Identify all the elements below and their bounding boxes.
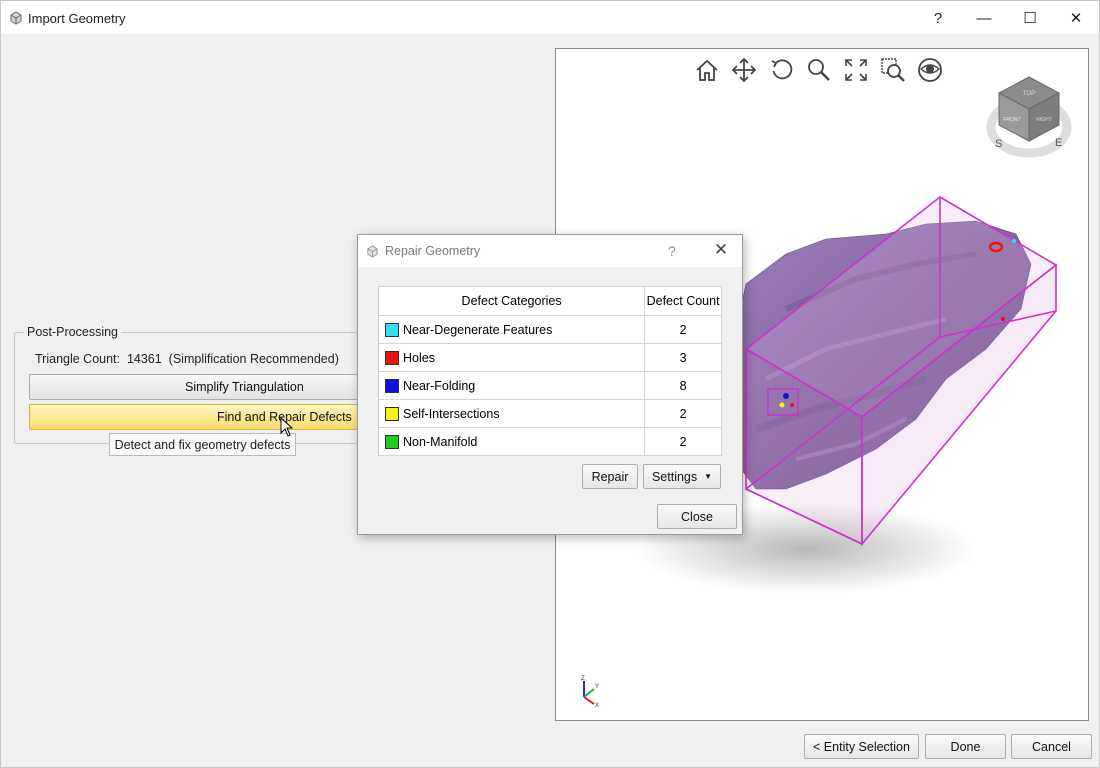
navcube-front-label: FRONT: [1003, 117, 1020, 123]
fit-all-icon[interactable]: [843, 57, 869, 83]
close-button[interactable]: Close: [657, 504, 737, 529]
defect-category-label: Near-Folding: [403, 378, 476, 393]
bounding-box: [744, 196, 1058, 547]
mouse-cursor-icon: [280, 417, 294, 437]
help-button[interactable]: ?: [915, 1, 961, 35]
triangle-count-note: (Simplification Recommended): [168, 352, 339, 366]
window-titlebar: Import Geometry ? — ☐ ✕: [0, 0, 1100, 34]
table-row[interactable]: Self-Intersections 2: [377, 399, 722, 428]
defects-table: Defect Categories Defect Count Near-Dege…: [377, 286, 722, 456]
defect-count: 3: [644, 343, 722, 372]
navcube-east-label: E: [1055, 137, 1062, 149]
table-row[interactable]: Non-Manifold 2: [377, 427, 722, 456]
column-header-count[interactable]: Defect Count: [644, 286, 722, 316]
defect-count: 8: [644, 371, 722, 400]
dialog-help-button[interactable]: ?: [668, 243, 676, 259]
repair-geometry-dialog: Repair Geometry ? ✕ Defect Categories De…: [357, 234, 743, 535]
defect-category-label: Near-Degenerate Features: [403, 322, 553, 337]
color-swatch: [385, 350, 399, 365]
axis-triad: Z Y X: [581, 676, 599, 709]
defect-count: 2: [644, 399, 722, 428]
axis-x-label: X: [595, 703, 599, 709]
navigation-cube[interactable]: TOP FRONT RIGHT S E: [984, 75, 1074, 159]
navcube-top-label: TOP: [1023, 91, 1035, 97]
pan-icon[interactable]: [731, 57, 757, 83]
done-button[interactable]: Done: [925, 734, 1006, 759]
repair-button[interactable]: Repair: [582, 464, 638, 489]
color-swatch: [385, 322, 399, 337]
zoom-window-icon[interactable]: [880, 57, 906, 83]
axis-y-label: Y: [595, 684, 599, 690]
zoom-icon[interactable]: [806, 57, 832, 83]
maximize-button[interactable]: ☐: [1007, 1, 1053, 35]
home-icon[interactable]: [694, 57, 720, 83]
rotate-icon[interactable]: [769, 57, 795, 83]
triangle-count-value: 14361: [126, 352, 162, 366]
column-header-categories[interactable]: Defect Categories: [377, 286, 646, 316]
color-swatch: [385, 406, 399, 421]
color-swatch: [385, 378, 399, 393]
dialog-title: Repair Geometry: [385, 244, 481, 258]
dialog-titlebar: Repair Geometry ? ✕: [358, 235, 742, 267]
close-window-button[interactable]: ✕: [1053, 1, 1099, 35]
minimize-button[interactable]: —: [961, 1, 1007, 35]
entity-selection-button[interactable]: < Entity Selection: [804, 734, 919, 759]
table-row[interactable]: Near-Folding 8: [377, 371, 722, 400]
navcube-right-label: RIGHT: [1036, 117, 1052, 123]
triangle-count-label: Triangle Count:: [35, 352, 120, 366]
table-row[interactable]: Near-Degenerate Features 2: [377, 315, 722, 344]
post-processing-label: Post-Processing: [24, 325, 122, 339]
simplify-triangulation-button[interactable]: Simplify Triangulation: [29, 374, 374, 400]
triangle-count: Triangle Count: 14361 (Simplification Re…: [35, 352, 339, 366]
dialog-app-icon: [367, 245, 378, 258]
defect-category-label: Holes: [403, 350, 435, 365]
dropdown-arrow-icon: ▼: [704, 472, 713, 481]
app-icon: [10, 11, 22, 25]
view-style-icon[interactable]: [917, 57, 943, 83]
color-swatch: [385, 434, 399, 449]
find-repair-defects-button[interactable]: Find and Repair Defects: [29, 404, 374, 430]
settings-button[interactable]: Settings ▼: [643, 464, 721, 489]
tooltip: Detect and fix geometry defects: [109, 433, 296, 456]
cancel-button[interactable]: Cancel: [1011, 734, 1092, 759]
settings-label: Settings: [651, 469, 698, 484]
axis-z-label: Z: [581, 676, 585, 682]
defect-count: 2: [644, 427, 722, 456]
defect-category-label: Self-Intersections: [403, 406, 500, 421]
navcube-south-label: S: [995, 138, 1002, 150]
defect-count: 2: [644, 315, 722, 344]
table-row[interactable]: Holes 3: [377, 343, 722, 372]
defect-category-label: Non-Manifold: [403, 434, 478, 449]
window-title: Import Geometry: [28, 11, 126, 26]
dialog-close-icon[interactable]: ✕: [711, 240, 731, 260]
